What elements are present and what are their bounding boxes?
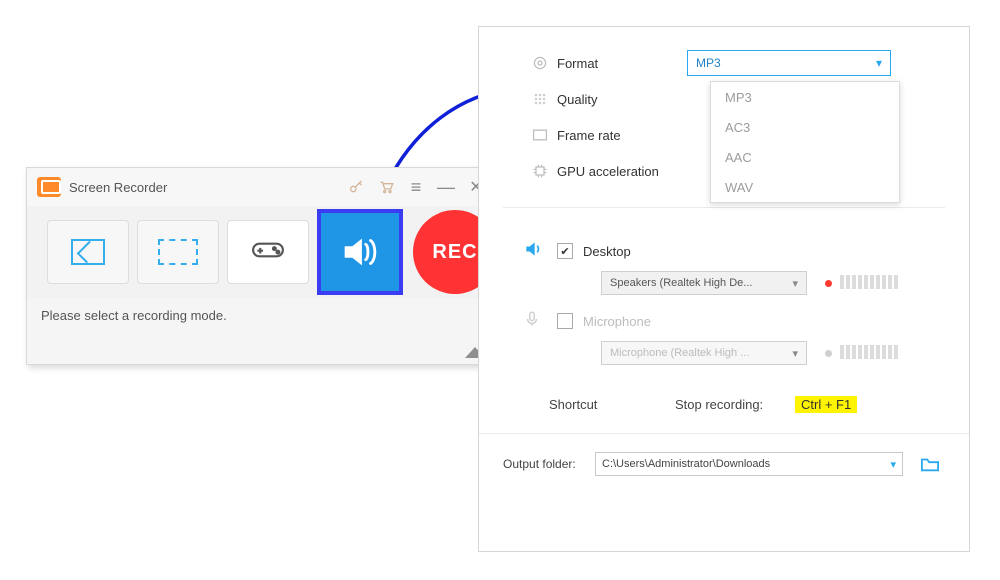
row-microphone: Microphone [523,304,969,338]
divider [503,207,945,208]
level-dot-icon [825,350,832,357]
shortcut-action-label: Stop recording: [675,397,795,412]
chevron-down-icon: ▾ [792,347,798,360]
microphone-device-row: Microphone (Realtek High ... ▾ [523,338,969,368]
mode-audio-button[interactable] [317,209,403,295]
menu-icon[interactable]: ≡ [401,168,431,206]
cart-icon[interactable] [371,168,401,206]
region-icon [71,239,105,265]
recorder-window: Screen Recorder ≡ — ✕ [26,167,500,365]
row-output-folder: Output folder: C:\Users\Administrator\Do… [479,433,969,476]
format-dropdown: MP3 AC3 AAC WAV [710,81,900,203]
quality-icon [523,91,557,107]
row-shortcut: Shortcut Stop recording: Ctrl + F1 [479,396,969,413]
speaker-small-icon [523,239,557,264]
format-option[interactable]: AAC [711,142,899,172]
status-bar: Please select a recording mode. [27,298,499,346]
mode-region-button[interactable] [47,220,129,284]
window-title: Screen Recorder [69,180,167,195]
format-option[interactable]: AC3 [711,112,899,142]
microphone-checkbox[interactable] [557,313,573,329]
microphone-device-select[interactable]: Microphone (Realtek High ... ▾ [601,341,807,365]
microphone-icon [523,309,557,334]
mode-game-button[interactable] [227,220,309,284]
desktop-label: Desktop [583,244,631,259]
framerate-label: Frame rate [557,128,687,143]
gpu-icon [523,163,557,179]
chevron-down-icon: ▾ [890,458,896,471]
mode-strip: REC [27,206,499,298]
output-folder-label: Output folder: [503,457,595,471]
titlebar: Screen Recorder ≡ — ✕ [27,168,499,206]
format-select[interactable]: MP3 ▾ [687,50,891,76]
output-folder-input[interactable]: C:\Users\Administrator\Downloads ▾ [595,452,903,476]
framerate-icon [523,128,557,142]
desktop-device-select[interactable]: Speakers (Realtek High De... ▾ [601,271,807,295]
record-label: REC [432,241,477,264]
minimize-button[interactable]: — [431,177,461,198]
quality-label: Quality [557,92,687,107]
microphone-label: Microphone [583,314,651,329]
format-option[interactable]: MP3 [711,82,899,112]
output-folder-value: C:\Users\Administrator\Downloads [602,458,770,470]
microphone-device-value: Microphone (Realtek High ... [610,347,749,359]
level-dot-icon [825,280,832,287]
shortcut-section-label: Shortcut [549,397,675,412]
desktop-device-row: Speakers (Realtek High De... ▾ [523,268,969,298]
format-label: Format [557,56,687,71]
chevron-down-icon: ▾ [792,277,798,290]
key-icon[interactable] [341,168,371,206]
gpu-label: GPU acceleration [557,164,687,179]
gamepad-icon [251,236,285,268]
row-desktop-audio: Desktop [523,234,969,268]
fullscreen-icon [158,239,198,265]
app-logo-icon [37,177,61,197]
format-value: MP3 [696,56,721,70]
microphone-level-meter [825,345,900,362]
status-message: Please select a recording mode. [41,302,227,323]
shortcut-hotkey[interactable]: Ctrl + F1 [795,396,857,413]
speaker-icon [337,229,383,275]
desktop-checkbox[interactable] [557,243,573,259]
row-format: Format MP3 ▾ [479,45,969,81]
desktop-device-value: Speakers (Realtek High De... [610,277,752,289]
chevron-down-icon: ▾ [876,56,882,70]
desktop-level-meter [825,275,900,292]
browse-folder-button[interactable] [915,453,945,475]
format-option[interactable]: WAV [711,172,899,202]
mode-fullscreen-button[interactable] [137,220,219,284]
format-icon [523,55,557,71]
